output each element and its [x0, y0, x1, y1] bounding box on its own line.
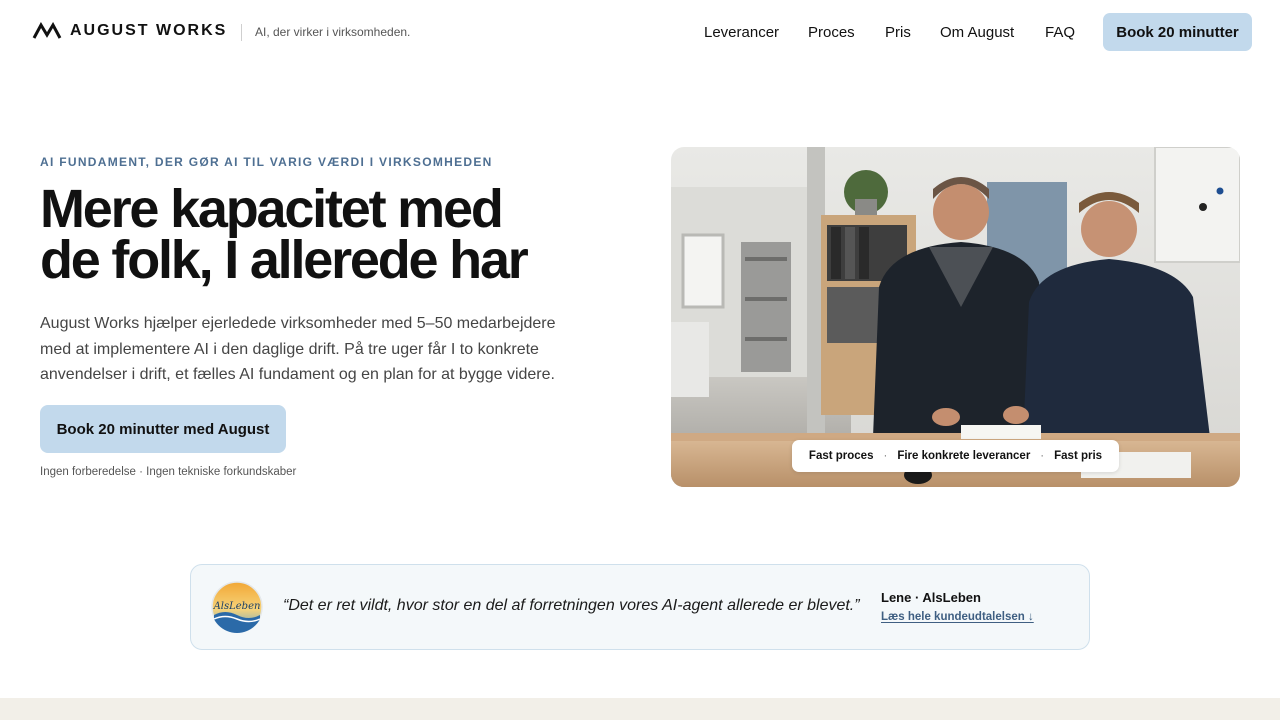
customer-logo-text: AlsLeben	[213, 601, 261, 612]
nav-proces[interactable]: Proces	[808, 24, 855, 41]
testimonial-card: AlsLeben “Det er ret vildt, hvor stor en…	[190, 564, 1090, 650]
nav-om-august[interactable]: Om August	[940, 24, 1014, 41]
logo-mark-icon	[32, 22, 62, 39]
pill-fast-pris: Fast pris	[1054, 450, 1103, 462]
book-call-button-header[interactable]: Book 20 minutter	[1103, 13, 1252, 51]
book-call-button-hero[interactable]: Book 20 minutter med August	[40, 405, 286, 453]
pill-fire-leverancer: Fire konkrete leverancer	[897, 450, 1031, 462]
customer-logo: AlsLeben	[211, 581, 263, 633]
pill-separator: ·	[1040, 450, 1045, 462]
hero-note: Ingen forberedelse · Ingen tekniske fork…	[40, 466, 297, 478]
next-section-band	[0, 698, 1280, 720]
brand-logo[interactable]: AUGUST WORKS	[32, 22, 227, 40]
brand-name: AUGUST WORKS	[70, 22, 228, 39]
feature-pills: Fast proces · Fire konkrete leverancer ·…	[792, 440, 1119, 472]
hero-photo	[671, 147, 1240, 487]
hero-headline-line-2: de folk, I allerede har	[40, 230, 529, 290]
nav-leverancer[interactable]: Leverancer	[704, 24, 779, 41]
pill-fast-proces: Fast proces	[808, 450, 874, 462]
testimonial-author: Lene · AlsLeben	[881, 590, 981, 605]
hero-headline: Mere kapacitet med de folk, I allerede h…	[40, 182, 600, 287]
testimonial-quote: “Det er ret vildt, hvor stor en del af f…	[283, 597, 860, 614]
tagline-divider	[241, 24, 242, 41]
pill-separator: ·	[883, 450, 888, 462]
nav-faq[interactable]: FAQ	[1045, 24, 1075, 41]
hero-description: August Works hjælper ejerledede virksomh…	[40, 315, 556, 383]
brand-tagline: AI, der virker i virksomheden.	[255, 25, 411, 39]
site-header: AUGUST WORKS AI, der virker i virksomhed…	[0, 0, 1280, 64]
nav-pris[interactable]: Pris	[885, 24, 911, 41]
hero-eyebrow: AI FUNDAMENT, DER GØR AI TIL VARIG VÆRDI…	[40, 155, 493, 169]
read-testimonial-link[interactable]: Læs hele kundeudtalelsen ↓	[881, 611, 1034, 623]
